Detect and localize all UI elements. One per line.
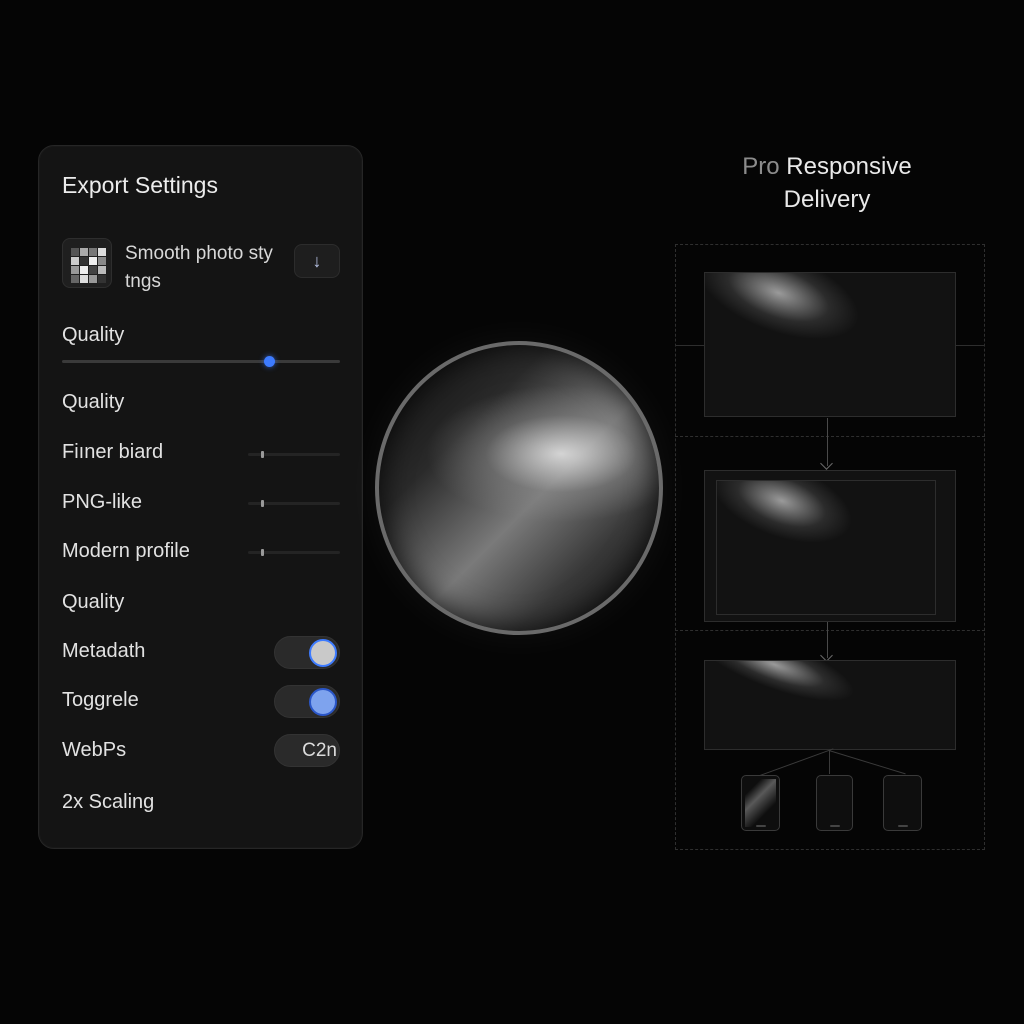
metadata-label: Metadath xyxy=(62,640,146,662)
title-rest: Responsive Delivery xyxy=(779,153,912,213)
modern-profile-label: Modern profile xyxy=(62,540,190,562)
toggle-switch[interactable] xyxy=(274,685,340,718)
filter-slider[interactable] xyxy=(248,451,340,458)
slider-thumb[interactable] xyxy=(261,549,264,556)
quality-slider[interactable] xyxy=(62,356,340,367)
small-image-preview xyxy=(704,660,956,750)
toggle-label: Toggrele xyxy=(62,689,139,711)
slider-thumb[interactable] xyxy=(261,500,264,507)
down-arrow-icon xyxy=(827,622,828,658)
toggle-knob xyxy=(309,688,337,716)
toggle-knob xyxy=(309,639,337,667)
slider-track xyxy=(62,360,340,363)
quality-label-3: Quality xyxy=(62,591,125,613)
phone-device-icon xyxy=(816,775,853,831)
tablet-device-icon xyxy=(883,775,922,831)
modern-profile-slider[interactable] xyxy=(248,549,340,556)
title-prefix: Pro xyxy=(742,153,780,180)
preset-thumbnail-icon xyxy=(62,238,112,288)
responsive-delivery-title: Pro Responsive Delivery xyxy=(716,150,938,216)
diagram-divider xyxy=(675,436,985,437)
down-arrow-icon xyxy=(827,418,828,466)
diagram-divider xyxy=(675,630,985,631)
slider-thumb[interactable] xyxy=(261,451,264,458)
quality-label: Quality xyxy=(62,324,125,346)
webp-value-pill[interactable]: C2n xyxy=(274,734,340,767)
medium-image-preview xyxy=(716,480,936,615)
device-connector xyxy=(829,750,830,774)
side-connector xyxy=(675,345,705,346)
scaling-label: 2x Scaling xyxy=(62,791,155,813)
png-like-slider[interactable] xyxy=(248,500,340,507)
png-like-label: PNG-like xyxy=(62,491,143,513)
filter-label: Fiıner biard xyxy=(62,441,164,463)
export-settings-panel: Export Settings Smooth photo sty tngs ↓ … xyxy=(38,145,363,849)
preset-row[interactable]: Smooth photo sty tngs ↓ xyxy=(62,238,340,298)
panel-title: Export Settings xyxy=(62,172,218,198)
quality-label-2: Quality xyxy=(62,391,125,413)
download-arrow-icon[interactable]: ↓ xyxy=(294,244,340,278)
preset-name: Smooth photo sty tngs xyxy=(125,243,273,292)
side-connector xyxy=(955,345,985,346)
lens-preview xyxy=(375,341,663,635)
webp-label: WebPs xyxy=(62,739,127,761)
slider-thumb[interactable] xyxy=(264,356,275,367)
large-image-preview xyxy=(704,272,956,417)
metadata-toggle[interactable] xyxy=(274,636,340,669)
phone-device-icon xyxy=(741,775,780,831)
